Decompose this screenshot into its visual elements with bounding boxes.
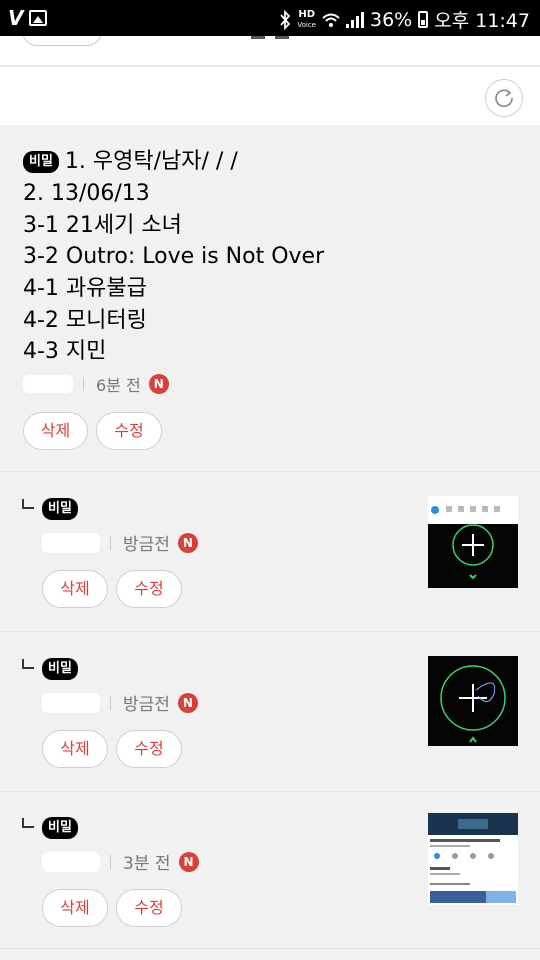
author-name-redacted bbox=[42, 692, 100, 713]
delete-button[interactable]: 삭제 bbox=[42, 570, 108, 608]
secret-badge: 비밀 bbox=[42, 658, 78, 680]
comment-line: 비밀 1. 우영탁/남자/ / / bbox=[23, 147, 238, 177]
delete-button[interactable]: 삭제 bbox=[42, 889, 108, 927]
bluetooth-icon bbox=[280, 9, 291, 30]
battery-percent: 36% bbox=[370, 8, 413, 31]
reply-time: 방금전 bbox=[123, 695, 170, 715]
comment-text-line-2: 2. 13/06/13 bbox=[23, 181, 150, 206]
edit-button[interactable]: 수정 bbox=[96, 412, 162, 450]
secret-badge: 비밀 bbox=[42, 817, 78, 839]
signal-icon bbox=[346, 11, 364, 28]
comment-text-line-4: 3-2 Outro: Love is Not Over bbox=[23, 244, 325, 269]
header-button[interactable] bbox=[22, 36, 102, 46]
attached-image-thumbnail[interactable] bbox=[428, 496, 518, 588]
comment-meta: 6분 전 N bbox=[23, 372, 169, 396]
header-title-fragment bbox=[251, 36, 289, 39]
meta-divider bbox=[83, 377, 84, 391]
author-name-redacted bbox=[23, 375, 73, 393]
comment-text-line-3: 3-1 21세기 소녀 bbox=[23, 213, 182, 238]
new-badge: N bbox=[177, 692, 198, 713]
gallery-icon bbox=[29, 10, 48, 26]
reply-time: 3분 전 bbox=[123, 854, 171, 874]
top-header-strip bbox=[0, 36, 540, 66]
comment-text-line-7: 4-3 지민 bbox=[23, 339, 107, 364]
clock: 오후 11:47 bbox=[434, 10, 530, 32]
reply-meta: 방금전 N bbox=[42, 530, 198, 555]
video-screenshot-thumbnail-image bbox=[428, 813, 518, 905]
reply-meta: 방금전 N bbox=[42, 690, 198, 715]
edit-button[interactable]: 수정 bbox=[116, 730, 182, 768]
comment-text-line-1: 1. 우영탁/남자/ / / bbox=[64, 149, 238, 174]
battery-icon bbox=[418, 11, 429, 28]
secret-badge: 비밀 bbox=[23, 151, 59, 173]
refresh-row bbox=[0, 67, 540, 125]
screenshot-thumbnail-image bbox=[428, 496, 518, 588]
refresh-icon bbox=[495, 89, 513, 108]
attached-image-thumbnail[interactable] bbox=[428, 813, 518, 905]
edit-button[interactable]: 수정 bbox=[116, 570, 182, 608]
comment-text-line-5: 4-1 과유불급 bbox=[23, 276, 147, 301]
hd-voice-icon: HD Voice bbox=[297, 8, 316, 29]
album-art-thumbnail-image bbox=[428, 656, 518, 746]
delete-button[interactable]: 삭제 bbox=[42, 730, 108, 768]
reply-arrow-icon bbox=[22, 659, 34, 669]
meta-divider bbox=[110, 695, 111, 710]
app-icon: V bbox=[8, 6, 24, 30]
edit-button[interactable]: 수정 bbox=[116, 889, 182, 927]
comment-time: 6분 전 bbox=[96, 376, 141, 395]
secret-badge: 비밀 bbox=[42, 498, 78, 520]
meta-divider bbox=[110, 535, 111, 550]
attached-image-thumbnail[interactable] bbox=[428, 656, 518, 746]
reply-meta: 3분 전 N bbox=[42, 849, 199, 874]
new-badge: N bbox=[148, 374, 169, 394]
meta-divider bbox=[110, 854, 111, 869]
comment-text-line-6: 4-2 모니터링 bbox=[23, 308, 147, 333]
reply-item: 비밀 3분 전 N 삭제 수정 bbox=[0, 793, 540, 949]
main-comment: 비밀 1. 우영탁/남자/ / / 2. 13/06/13 3-1 21세기 소… bbox=[0, 126, 540, 472]
status-bar: V HD Voice 36% 오후 11:47 bbox=[0, 0, 540, 36]
reply-item: 비밀 방금전 N 삭제 수정 bbox=[0, 474, 540, 632]
author-name-redacted bbox=[42, 851, 100, 872]
new-badge: N bbox=[178, 851, 199, 872]
reply-arrow-icon bbox=[22, 818, 34, 828]
author-name-redacted bbox=[42, 532, 100, 553]
reply-time: 방금전 bbox=[123, 535, 170, 555]
wifi-icon bbox=[322, 13, 340, 27]
reply-arrow-icon bbox=[22, 499, 34, 509]
refresh-button[interactable] bbox=[485, 79, 523, 117]
reply-item: 비밀 방금전 N 삭제 수정 bbox=[0, 634, 540, 792]
new-badge: N bbox=[177, 532, 198, 553]
delete-button[interactable]: 삭제 bbox=[23, 412, 88, 450]
